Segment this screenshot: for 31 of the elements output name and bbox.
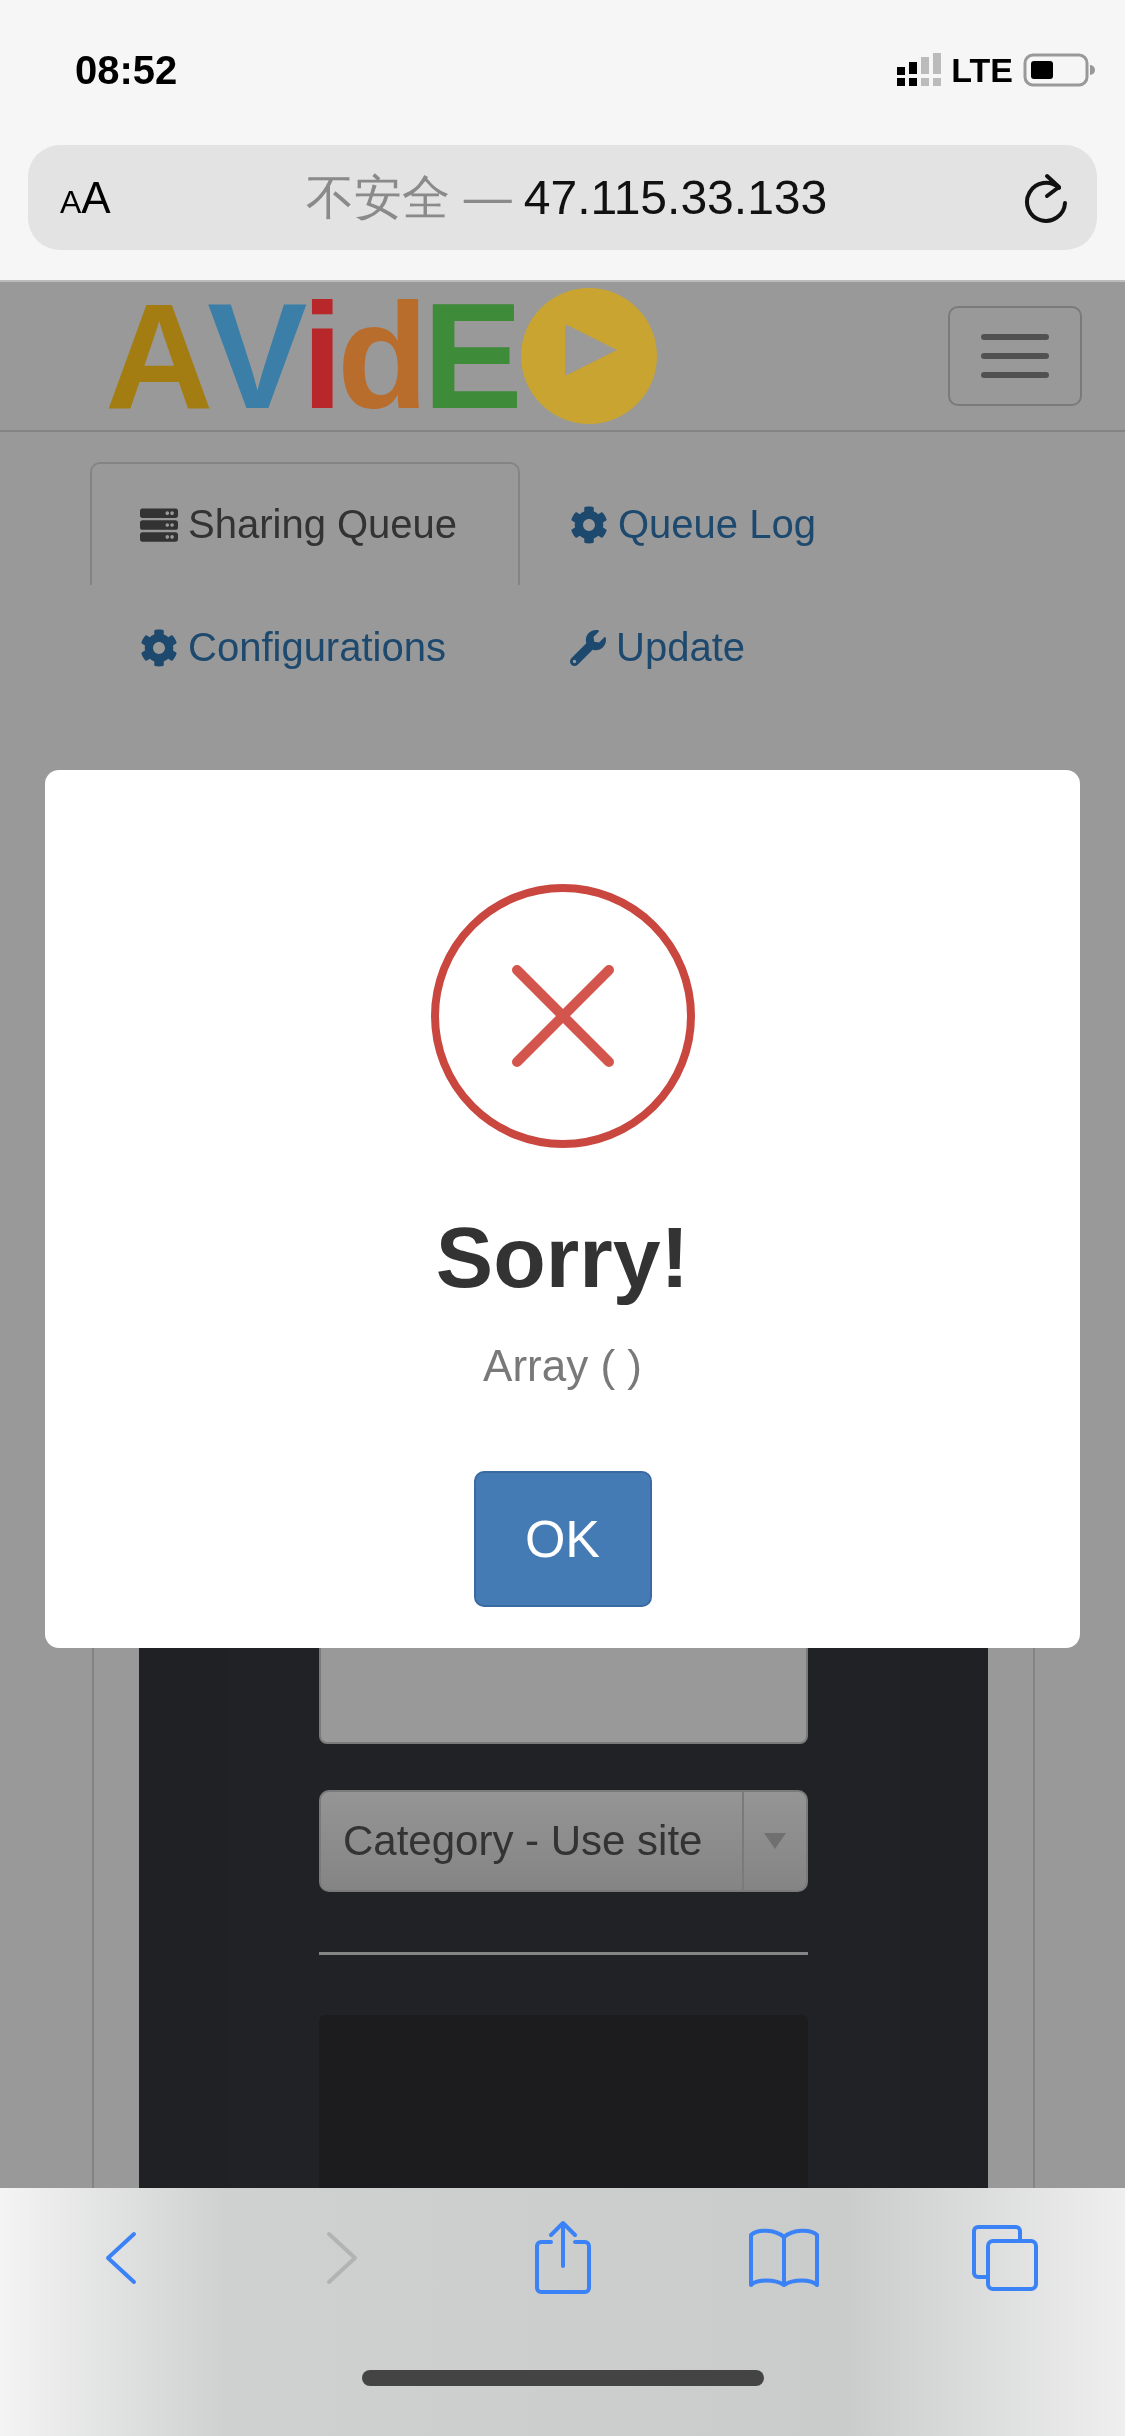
url-text: 47.115.33.133 [523,170,828,225]
nav-tab[interactable]: Queue Log [520,462,950,585]
logo-text[interactable]: AVidE [105,282,525,431]
dialog-title: Sorry! [435,1208,690,1307]
address-bar[interactable]: AA 不安全 — 47.115.33.133 [28,145,1097,250]
network-type: LTE [951,50,1013,90]
wrench-icon [570,629,606,666]
error-icon [428,882,697,1150]
reload-icon[interactable] [1023,171,1069,224]
battery-icon [1023,53,1095,87]
dropdown-arrow-icon [763,1832,787,1850]
gear-icon [570,505,608,544]
category-select[interactable]: Category - Use site [319,1790,808,1892]
back-icon [103,2230,138,2286]
server-icon [140,505,178,544]
dialog-message: Array ( ) [483,1341,642,1391]
signal-icon [897,53,942,87]
ok-button[interactable]: OK [473,1471,652,1607]
nav-tab[interactable]: Update [520,585,950,708]
nav-tab[interactable]: Configurations [90,585,520,708]
forward-icon [324,2230,359,2286]
clock-time: 08:52 [75,47,178,93]
nav-tab[interactable]: Sharing Queue [90,462,520,585]
text-size-button[interactable]: AA [60,172,111,223]
gear-icon [140,628,178,667]
security-note: 不安全 — [306,169,512,226]
tabs-icon [969,2223,1040,2293]
play-logo-icon [520,288,657,424]
menu-button[interactable] [948,306,1082,406]
share-icon [532,2220,593,2296]
book-icon [746,2227,821,2289]
